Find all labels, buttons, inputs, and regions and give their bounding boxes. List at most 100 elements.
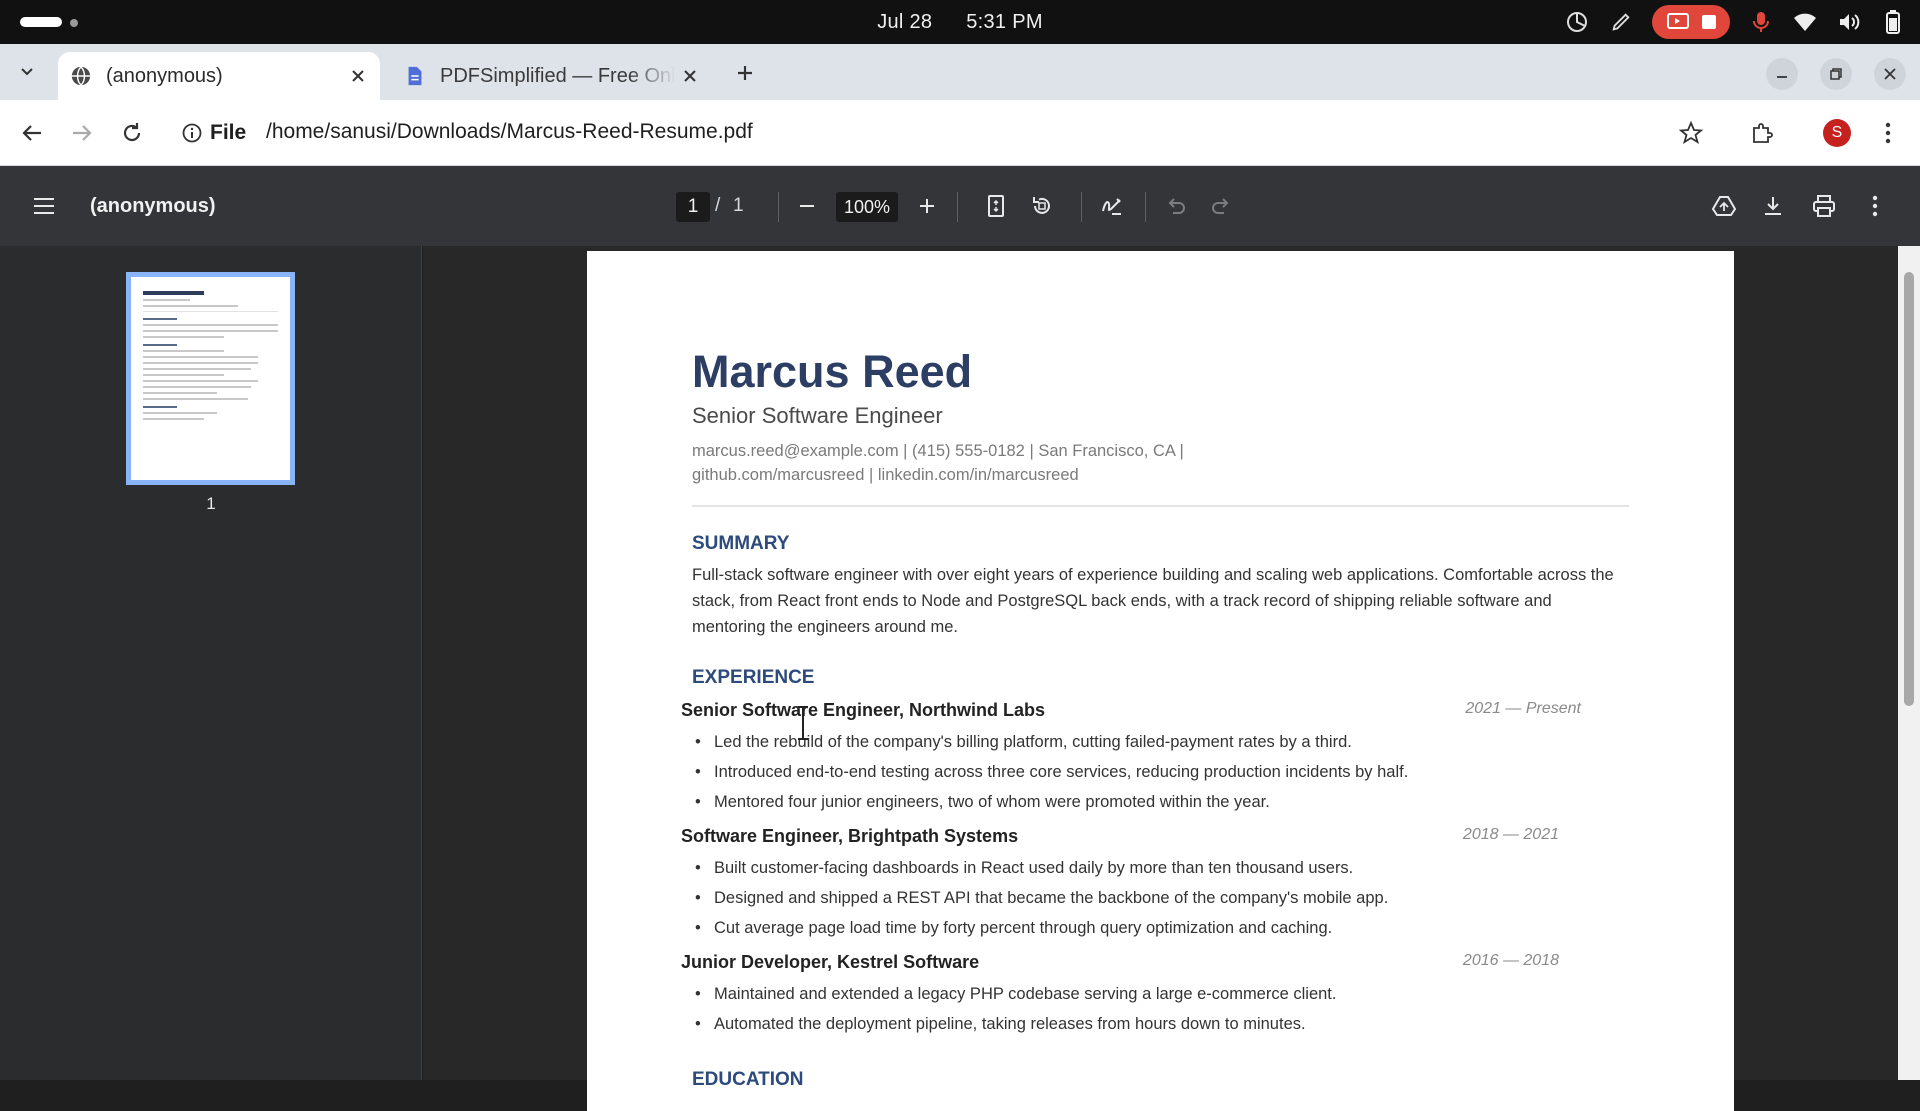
print-button[interactable] bbox=[1806, 188, 1842, 224]
annotate-button[interactable] bbox=[1094, 188, 1130, 224]
reload-button[interactable] bbox=[116, 117, 148, 149]
thumbnail-line bbox=[143, 380, 258, 382]
pen-tool-icon[interactable] bbox=[1608, 9, 1634, 35]
system-tray bbox=[1564, 5, 1906, 39]
thumbnail-line bbox=[143, 398, 249, 400]
battery-icon[interactable] bbox=[1880, 9, 1906, 35]
document-title: (anonymous) bbox=[90, 195, 216, 217]
scheme-label: File bbox=[210, 121, 247, 144]
microphone-icon[interactable] bbox=[1748, 9, 1774, 35]
document-icon bbox=[408, 66, 422, 86]
tab-search-button[interactable] bbox=[10, 54, 44, 88]
restore-window-button[interactable] bbox=[1820, 58, 1852, 90]
extensions-button[interactable] bbox=[1746, 117, 1778, 149]
globe-icon bbox=[71, 66, 91, 87]
close-icon bbox=[1884, 68, 1896, 80]
zoom-in-button[interactable] bbox=[909, 188, 945, 224]
volume-icon[interactable] bbox=[1836, 9, 1862, 35]
page-total: 1 bbox=[733, 195, 744, 216]
zoom-level-input[interactable]: 100% bbox=[836, 192, 898, 222]
thumbnail-line bbox=[143, 406, 177, 408]
page-number-input[interactable]: 1 bbox=[676, 192, 710, 222]
site-info-button[interactable]: File bbox=[182, 118, 246, 148]
job-bullets: Led the rebuild of the company's billing… bbox=[681, 727, 1581, 817]
profile-avatar[interactable]: S bbox=[1823, 119, 1851, 147]
bullet-item: Maintained and extended a legacy PHP cod… bbox=[681, 979, 1581, 1009]
thumbnail-line bbox=[143, 374, 224, 376]
more-vertical-icon bbox=[1872, 195, 1878, 217]
page-thumbnail[interactable] bbox=[126, 272, 295, 485]
forward-button[interactable] bbox=[66, 117, 98, 149]
thumbnail-line bbox=[143, 305, 238, 307]
redo-icon bbox=[1212, 198, 1229, 214]
divider bbox=[692, 505, 1629, 507]
resume-name: Marcus Reed bbox=[692, 346, 973, 397]
close-tab-button[interactable] bbox=[344, 62, 372, 90]
download-button[interactable] bbox=[1755, 188, 1791, 224]
tab-anonymous[interactable]: (anonymous) bbox=[58, 52, 380, 100]
plus-icon bbox=[738, 66, 752, 80]
toolbar-divider bbox=[957, 192, 958, 222]
stop-record-icon bbox=[1702, 15, 1716, 29]
rotate-icon bbox=[1033, 197, 1050, 214]
bullet-item: Built customer-facing dashboards in Reac… bbox=[681, 853, 1581, 883]
thumbnail-line bbox=[143, 311, 278, 312]
job-dates: 2021 — Present bbox=[1465, 700, 1581, 717]
thumbnail-line bbox=[143, 350, 224, 352]
zoom-out-button[interactable] bbox=[789, 188, 825, 224]
job-title: Junior Developer, Kestrel Software bbox=[681, 952, 980, 972]
scrollbar-thumb[interactable] bbox=[1904, 272, 1914, 706]
close-icon bbox=[684, 70, 696, 82]
thumbnail-line bbox=[143, 368, 251, 370]
thumbnail-line bbox=[143, 336, 224, 338]
browser-menu-button[interactable] bbox=[1872, 117, 1904, 149]
thumbnail-line bbox=[143, 318, 177, 320]
fit-to-page-button[interactable] bbox=[978, 188, 1014, 224]
minimize-window-button[interactable] bbox=[1766, 58, 1798, 90]
job-entry: Junior Developer, Kestrel Software 2016 … bbox=[681, 952, 1581, 1039]
chevron-down-icon bbox=[21, 68, 33, 76]
experience-heading: EXPERIENCE bbox=[692, 667, 815, 688]
new-tab-button[interactable] bbox=[730, 58, 760, 88]
thumbnail-line bbox=[143, 418, 204, 420]
bullet-item: Led the rebuild of the company's billing… bbox=[681, 727, 1581, 757]
close-tab-button[interactable] bbox=[676, 62, 704, 90]
arrow-right-icon bbox=[73, 125, 92, 141]
job-title: Senior Software Engineer, Northwind Labs bbox=[681, 700, 1046, 720]
download-icon bbox=[1765, 197, 1781, 215]
page-separator: / bbox=[715, 195, 721, 216]
viewer-more-button[interactable] bbox=[1857, 188, 1893, 224]
restore-icon bbox=[1830, 68, 1842, 80]
chromium-status-icon[interactable] bbox=[1564, 9, 1590, 35]
minimize-icon bbox=[1777, 76, 1787, 78]
redo-button[interactable] bbox=[1203, 188, 1239, 224]
screen-record-indicator[interactable] bbox=[1652, 5, 1730, 39]
tab-title: PDFSimplified — Free Online PDF Tools bbox=[440, 64, 676, 87]
thumbnail-line bbox=[143, 299, 191, 301]
tab-pdfsimplified[interactable]: PDFSimplified — Free Online PDF Tools bbox=[392, 52, 712, 100]
close-window-button[interactable] bbox=[1874, 58, 1906, 90]
job-dates: 2018 — 2021 bbox=[1462, 826, 1559, 843]
star-icon bbox=[1679, 121, 1703, 144]
info-icon bbox=[182, 123, 202, 143]
text-cursor bbox=[798, 706, 808, 740]
toolbar-divider bbox=[1145, 192, 1146, 222]
save-to-drive-button[interactable] bbox=[1706, 188, 1742, 224]
bullet-item: Automated the deployment pipeline, takin… bbox=[681, 1009, 1581, 1039]
back-button[interactable] bbox=[16, 117, 48, 149]
thumbnail-line bbox=[143, 386, 251, 388]
more-vertical-icon bbox=[1885, 122, 1891, 144]
job-entry: Senior Software Engineer, Northwind Labs… bbox=[681, 700, 1581, 817]
undo-icon bbox=[1168, 198, 1185, 214]
address-bar-url[interactable]: /home/sanusi/Downloads/Marcus-Reed-Resum… bbox=[266, 120, 753, 144]
rotate-button[interactable] bbox=[1024, 188, 1060, 224]
thumbnail-line bbox=[143, 356, 258, 358]
bookmark-button[interactable] bbox=[1675, 117, 1707, 149]
wifi-icon[interactable] bbox=[1792, 9, 1818, 35]
sidebar-toggle-button[interactable] bbox=[28, 190, 60, 222]
thumbnail-line bbox=[143, 324, 278, 326]
resume-role: Senior Software Engineer bbox=[692, 403, 943, 428]
arrow-left-icon bbox=[22, 125, 41, 141]
thumbnail-line bbox=[143, 392, 218, 394]
undo-button[interactable] bbox=[1158, 188, 1194, 224]
